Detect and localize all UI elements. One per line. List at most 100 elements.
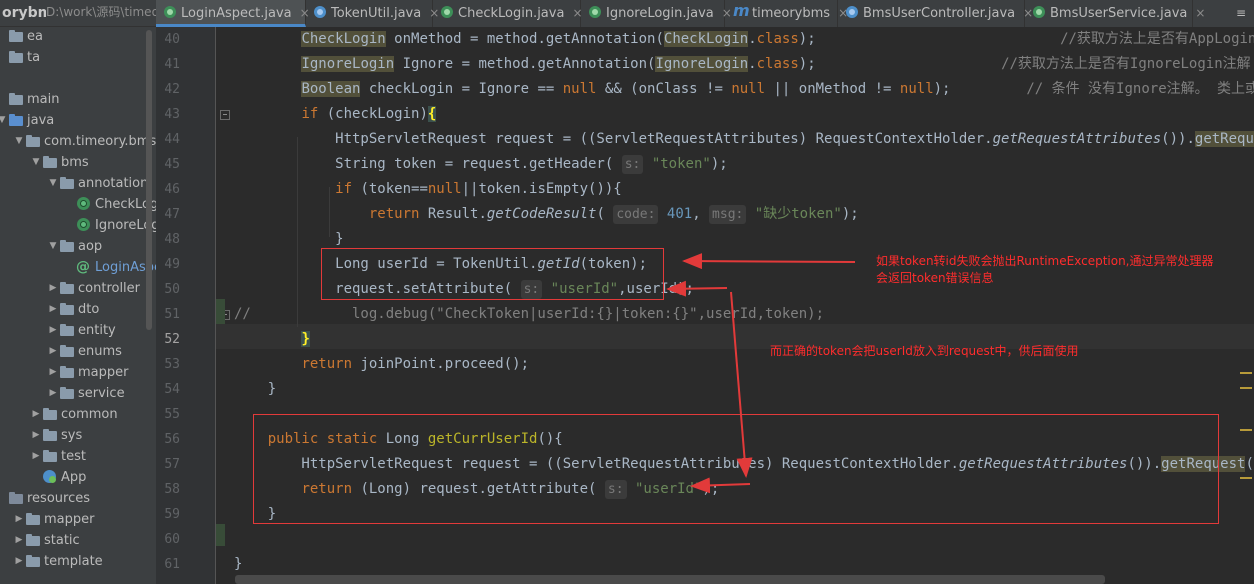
tree-node[interactable]: ▶ enums — [47, 341, 122, 362]
tab-list-menu-icon[interactable]: ≡ — [1236, 0, 1246, 27]
error-stripe[interactable] — [1236, 27, 1254, 584]
editor-tab[interactable]: BmsUserService.java × — [1025, 0, 1205, 27]
code-line[interactable]: if (token==null||token.isEmpty()){ — [234, 177, 622, 202]
tree-node[interactable]: ▼ com.timeory.bms — [13, 131, 156, 152]
code-line[interactable]: } — [234, 327, 310, 352]
line-number[interactable]: 40 — [156, 27, 180, 52]
project-scrollbar[interactable] — [146, 30, 152, 330]
line-number[interactable]: 52 — [156, 327, 180, 352]
line-number[interactable]: 60 — [156, 527, 180, 552]
editor-tab[interactable]: timeorybms× — [725, 0, 848, 27]
collapse-arrow-icon[interactable]: ▶ — [47, 362, 59, 383]
tree-node[interactable]: ▶ mapper — [13, 509, 95, 530]
horizontal-scrollbar[interactable] — [235, 575, 1105, 584]
code-line[interactable]: return Result.getCodeResult( code: 401, … — [234, 202, 859, 227]
stripe-marker[interactable] — [1240, 429, 1252, 431]
tree-node[interactable]: CheckLogin — [64, 194, 156, 215]
class-file-icon — [1033, 6, 1045, 18]
tree-node[interactable]: ▼ annotation — [47, 173, 149, 194]
line-number[interactable]: 59 — [156, 502, 180, 527]
expand-arrow-icon[interactable]: ▼ — [0, 110, 8, 131]
tree-node[interactable]: ▼ aop — [47, 236, 103, 257]
class-file-icon — [846, 6, 858, 18]
editor-tab[interactable]: TokenUtil.java × — [306, 0, 439, 27]
tree-node[interactable]: main — [0, 89, 59, 110]
code-line[interactable]: if (checkLogin){ — [234, 102, 437, 127]
line-number[interactable]: 47 — [156, 202, 180, 227]
editor-tab[interactable]: LoginAspect.java × — [156, 0, 310, 27]
project-root-label[interactable]: orybms — [2, 4, 61, 22]
line-number[interactable]: 46 — [156, 177, 180, 202]
line-number[interactable]: 57 — [156, 452, 180, 477]
tree-node[interactable]: ea — [0, 26, 43, 47]
code-line[interactable]: Boolean checkLogin = Ignore == null && (… — [234, 77, 1254, 102]
code-line[interactable]: IgnoreLogin Ignore = method.getAnnotatio… — [234, 52, 1251, 77]
expand-arrow-icon[interactable]: ▼ — [30, 152, 42, 173]
fold-icon[interactable] — [220, 110, 230, 120]
collapse-arrow-icon[interactable]: ▶ — [47, 320, 59, 341]
tree-node[interactable]: ▼ java — [0, 110, 54, 131]
collapse-arrow-icon[interactable]: ▶ — [30, 425, 42, 446]
code-line[interactable]: CheckLogin onMethod = method.getAnnotati… — [234, 27, 1254, 52]
code-line[interactable]: } — [234, 552, 242, 577]
line-number[interactable]: 56 — [156, 427, 180, 452]
tree-node[interactable]: resources — [0, 488, 90, 509]
collapse-arrow-icon[interactable]: ▶ — [30, 446, 42, 467]
line-number[interactable]: 49 — [156, 252, 180, 277]
line-number[interactable]: 42 — [156, 77, 180, 102]
tree-node[interactable]: ▼ bms — [30, 152, 89, 173]
collapse-arrow-icon[interactable]: ▶ — [47, 278, 59, 299]
code-line[interactable]: String token = request.getHeader( s: "to… — [234, 152, 728, 177]
line-number[interactable]: 44 — [156, 127, 180, 152]
tree-node[interactable]: ta — [0, 47, 40, 68]
tree-node[interactable]: ▶ dto — [47, 299, 100, 320]
tree-node[interactable]: ▶ common — [30, 404, 118, 425]
line-number[interactable]: 55 — [156, 402, 180, 427]
tree-node[interactable]: App — [30, 467, 86, 488]
tree-node[interactable]: LoginAspect — [64, 257, 156, 278]
collapse-arrow-icon[interactable]: ▶ — [47, 299, 59, 320]
expand-arrow-icon[interactable]: ▼ — [13, 131, 25, 152]
close-tab-icon[interactable]: × — [1195, 0, 1205, 27]
stripe-marker[interactable] — [1240, 372, 1252, 374]
tree-node[interactable]: ▶ mapper — [47, 362, 129, 383]
collapse-arrow-icon[interactable]: ▶ — [13, 551, 25, 572]
tree-node[interactable]: ▶ entity — [47, 320, 116, 341]
tree-node[interactable]: ▶ sys — [30, 425, 83, 446]
line-number[interactable]: 61 — [156, 552, 180, 577]
code-token: { — [427, 106, 437, 122]
line-number[interactable]: 43 — [156, 102, 180, 127]
tree-node[interactable]: ▶ controller — [47, 278, 141, 299]
expand-arrow-icon[interactable]: ▼ — [47, 173, 59, 194]
line-number[interactable]: 58 — [156, 477, 180, 502]
line-number[interactable]: 53 — [156, 352, 180, 377]
line-number[interactable]: 54 — [156, 377, 180, 402]
tree-node[interactable] — [0, 68, 8, 89]
tree-node[interactable]: ▶ service — [47, 383, 125, 404]
tree-node[interactable]: ▶ template — [13, 551, 103, 572]
code-line[interactable]: HttpServletRequest request = ((ServletRe… — [234, 127, 1254, 152]
tree-node[interactable]: IgnoreLogin — [64, 215, 156, 236]
tree-node[interactable]: ▶ test — [30, 446, 86, 467]
line-number[interactable]: 45 — [156, 152, 180, 177]
line-number[interactable]: 41 — [156, 52, 180, 77]
code-line[interactable]: // log.debug("CheckToken|userId:{}|token… — [234, 302, 824, 327]
collapse-arrow-icon[interactable]: ▶ — [30, 404, 42, 425]
code-line[interactable]: return joinPoint.proceed(); — [234, 352, 529, 377]
line-number[interactable]: 48 — [156, 227, 180, 252]
expand-arrow-icon[interactable]: ▼ — [47, 236, 59, 257]
editor-tab[interactable]: IgnoreLogin.java × — [581, 0, 732, 27]
collapse-arrow-icon[interactable]: ▶ — [47, 383, 59, 404]
tree-node[interactable]: ▶ static — [13, 530, 80, 551]
line-number[interactable]: 51 — [156, 302, 180, 327]
stripe-marker[interactable] — [1240, 387, 1252, 389]
collapse-arrow-icon[interactable]: ▶ — [13, 509, 25, 530]
editor-tab[interactable]: BmsUserController.java × — [838, 0, 1033, 27]
code-line[interactable]: } — [234, 377, 276, 402]
collapse-arrow-icon[interactable]: ▶ — [47, 341, 59, 362]
stripe-marker[interactable] — [1240, 477, 1252, 479]
collapse-arrow-icon[interactable]: ▶ — [13, 530, 25, 551]
code-token: Boolean — [301, 81, 361, 97]
line-number[interactable]: 50 — [156, 277, 180, 302]
editor-tab[interactable]: CheckLogin.java × — [433, 0, 583, 27]
